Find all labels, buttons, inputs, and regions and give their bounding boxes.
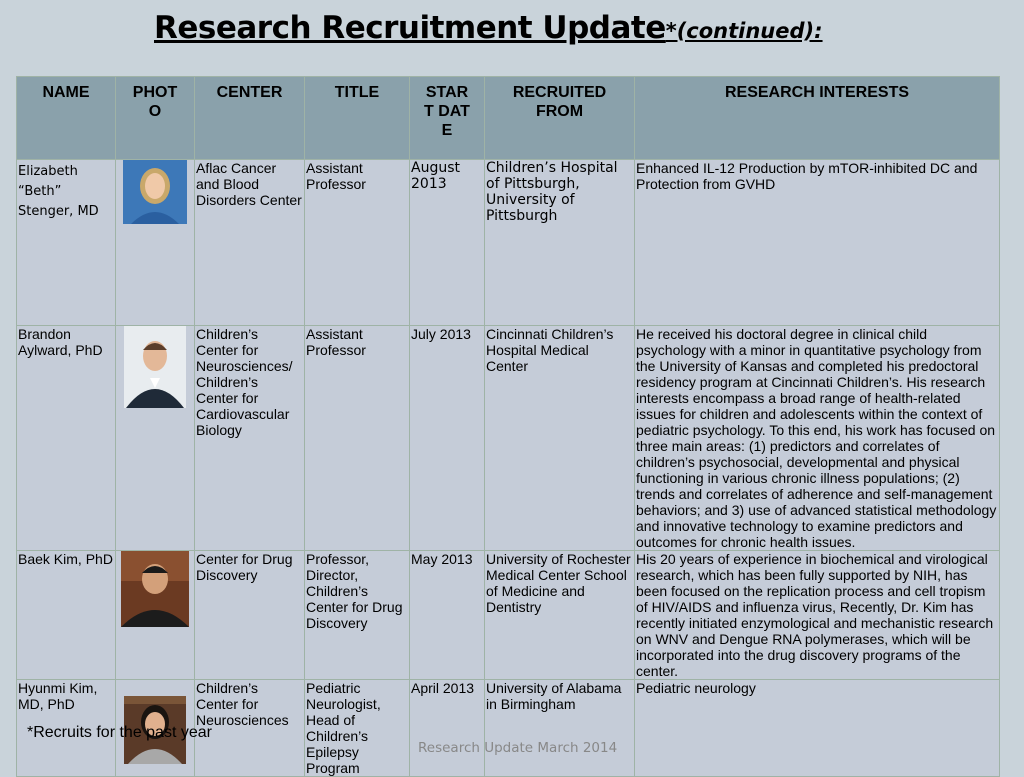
recruitment-table: NAME PHOTO CENTER TITLE START DATE RECRU…: [16, 76, 1000, 777]
footnote: *Recruits for the past year: [27, 724, 212, 741]
cell-center: Center for Drug Discovery: [194, 550, 305, 680]
cell-recruited-from: Children’s Hospital of Pittsburgh, Unive…: [484, 159, 635, 326]
cell-recruited-from: Cincinnati Children’s Hospital Medical C…: [484, 325, 635, 551]
cell-photo: [115, 159, 195, 326]
portrait-photo: [123, 160, 187, 224]
cell-name: Elizabeth “Beth” Stenger, MD: [16, 159, 116, 326]
cell-title: Assistant Professor: [304, 159, 410, 326]
cell-start-date: August 2013: [409, 159, 485, 326]
cell-research-interests: Enhanced IL-12 Production by mTOR-inhibi…: [634, 159, 1000, 326]
cell-recruited-from: University of Alabama in Birmingham: [484, 679, 635, 777]
col-header-title: TITLE: [304, 76, 410, 160]
cell-center: Children’s Center for Neurosciences/ Chi…: [194, 325, 305, 551]
cell-research-interests: He received his doctoral degree in clini…: [634, 325, 1000, 551]
cell-name: Brandon Aylward, PhD: [16, 325, 116, 551]
title-main: Research Recruitment Update: [154, 10, 666, 46]
cell-research-interests: His 20 years of experience in biochemica…: [634, 550, 1000, 680]
col-header-start-date: START DATE: [409, 76, 485, 160]
portrait-photo: [121, 551, 189, 627]
cell-title: Assistant Professor: [304, 325, 410, 551]
cell-title: Pediatric Neurologist, Head of Children’…: [304, 679, 410, 777]
portrait-photo: [124, 326, 186, 408]
cell-title: Professor, Director, Children’s Center f…: [304, 550, 410, 680]
page-title: Research Recruitment Update*(continued):: [154, 10, 823, 46]
table-row: Baek Kim, PhD Center for Drug Discovery …: [16, 550, 1000, 680]
col-header-center: CENTER: [194, 76, 305, 160]
col-header-recruited-from: RECRUITED FROM: [484, 76, 635, 160]
cell-photo: [115, 550, 195, 680]
table-row: Elizabeth “Beth” Stenger, MD Aflac Cance…: [16, 159, 1000, 326]
footer-text: Research Update March 2014: [418, 740, 618, 756]
cell-start-date: July 2013: [409, 325, 485, 551]
title-sub: *(continued):: [665, 19, 823, 43]
cell-center: Aflac Cancer and Blood Disorders Center: [194, 159, 305, 326]
cell-start-date: April 2013: [409, 679, 485, 777]
table-header-row: NAME PHOTO CENTER TITLE START DATE RECRU…: [16, 76, 1000, 160]
col-header-name: NAME: [16, 76, 116, 160]
col-header-photo: PHOTO: [115, 76, 195, 160]
cell-start-date: May 2013: [409, 550, 485, 680]
cell-name: Baek Kim, PhD: [16, 550, 116, 680]
cell-photo: [115, 325, 195, 551]
cell-recruited-from: University of Rochester Medical Center S…: [484, 550, 635, 680]
col-header-research-interests: RESEARCH INTERESTS: [634, 76, 1000, 160]
table-row: Brandon Aylward, PhD Children’s Center f…: [16, 325, 1000, 551]
cell-research-interests: Pediatric neurology: [634, 679, 1000, 777]
